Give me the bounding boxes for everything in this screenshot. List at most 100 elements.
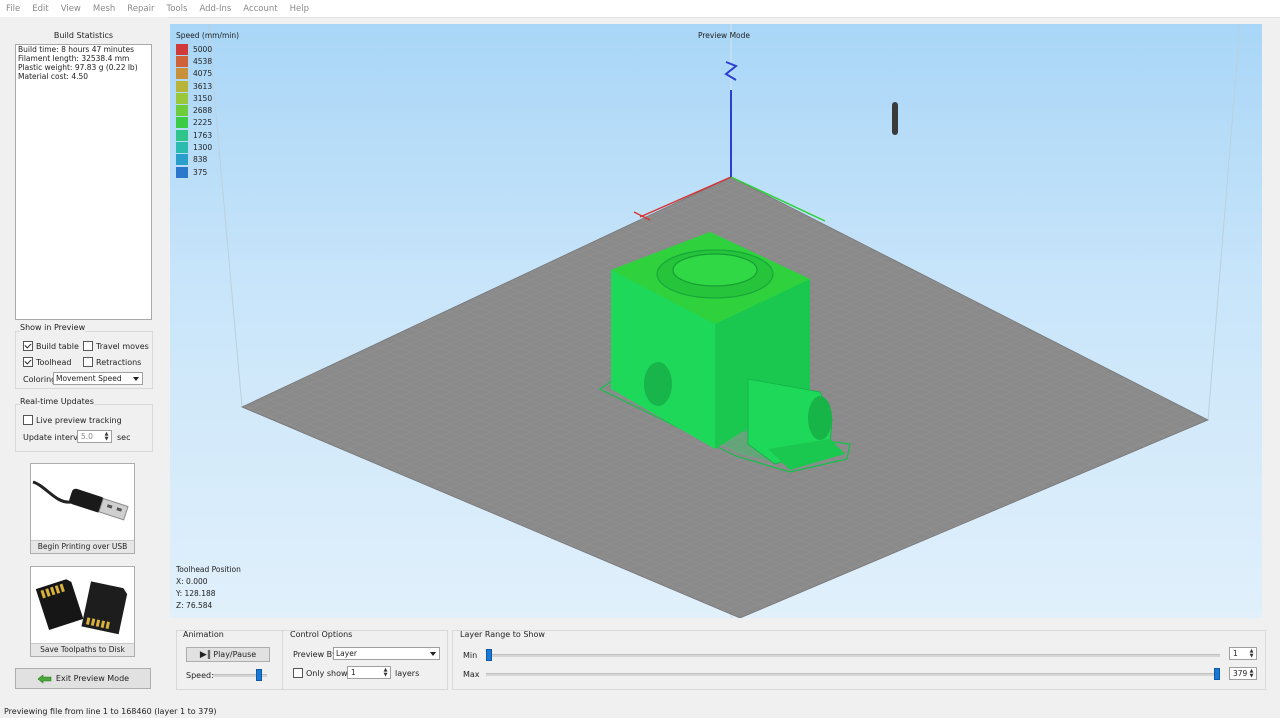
menu-item-help[interactable]: Help (284, 4, 315, 14)
legend-value: 838 (193, 155, 208, 165)
preview-mode-label: Preview Mode (698, 31, 751, 40)
play-pause-label: Play/Pause (213, 650, 257, 659)
menu-item-addins[interactable]: Add-Ins (193, 4, 237, 14)
legend-entry: 2688 (176, 104, 213, 117)
coloring-label: Coloring (23, 375, 57, 384)
coloring-select[interactable]: Movement Speed (53, 372, 143, 385)
preview-by-value: Layer (336, 649, 357, 658)
travel-moves-check-box[interactable] (83, 341, 93, 351)
toolhead-position-y: Y: 128.188 (176, 589, 216, 598)
menu-item-account[interactable]: Account (237, 4, 283, 14)
legend-swatch (176, 43, 188, 55)
retractions-checkbox[interactable]: Retractions (83, 357, 141, 367)
legend-value: 3150 (193, 93, 213, 103)
legend-value: 2688 (193, 106, 213, 116)
max-slider-thumb[interactable] (1214, 668, 1220, 680)
min-slider-track (486, 654, 1220, 657)
speed-slider-thumb[interactable] (256, 669, 263, 681)
play-pause-button[interactable]: ▶‖ Play/Pause (186, 647, 270, 662)
live-preview-check-box[interactable] (23, 415, 33, 425)
legend-entry: 4075 (176, 68, 212, 80)
spin-arrows-icon[interactable]: ▲ ▼ (103, 432, 110, 442)
legend-swatch (176, 154, 188, 166)
speed-label: Speed: (186, 671, 214, 680)
legend-entry: 375 (176, 166, 212, 178)
legend-entry: 3150 (176, 92, 212, 104)
legend-swatch (176, 142, 188, 154)
toolhead-position-z: Z: 76.584 (176, 601, 213, 610)
update-interval-label: Update interval (23, 433, 86, 442)
preview-viewport[interactable]: Preview Mode Speed (mm/min) 5000 4538 4075… (170, 24, 1262, 618)
volume-edge (1207, 24, 1241, 421)
legend-value: 3613 (193, 81, 213, 91)
save-toolpaths-button[interactable]: Save Toolpaths to Disk (30, 566, 135, 657)
exit-preview-button[interactable]: Exit Preview Mode (15, 668, 151, 689)
begin-printing-usb-button[interactable]: Begin Printing over USB (30, 463, 135, 554)
legend-entry: 3613 (176, 80, 212, 92)
min-layer-spinbox[interactable]: 1 ▲ ▼ (1229, 647, 1257, 660)
preview-by-select[interactable]: Layer (333, 647, 440, 660)
layer-range-title: Layer Range to Show (460, 630, 545, 639)
max-layer-spinbox[interactable]: 379 ▲ ▼ (1229, 667, 1257, 680)
toolhead-check-box[interactable] (23, 357, 33, 367)
menu-item-mesh[interactable]: Mesh (87, 4, 121, 14)
legend-value: 4538 (193, 56, 213, 66)
menu-item-view[interactable]: View (55, 4, 87, 14)
update-interval-spinbox[interactable]: 5.0 ▲ ▼ (77, 430, 112, 443)
update-interval-value: 5.0 (81, 432, 93, 441)
toolhead-position-x: X: 0.000 (176, 577, 208, 586)
menu-bar: File Edit View Mesh Repair Tools Add-Ins Accoun… (0, 0, 1280, 18)
build-stat-line: Material cost: 4.50 (18, 72, 89, 81)
build-table-check-box[interactable] (23, 341, 33, 351)
retractions-check-box[interactable] (83, 357, 93, 367)
travel-moves-label: Travel moves (96, 341, 149, 351)
spin-arrows-icon[interactable]: ▲ ▼ (382, 668, 389, 678)
speed-legend-title: Speed (mm/min) (176, 31, 240, 40)
legend-swatch (176, 117, 188, 129)
only-show-checkbox[interactable]: Only show (293, 668, 348, 678)
legend-swatch (176, 68, 188, 80)
max-layer-slider[interactable] (486, 667, 1220, 681)
toolhead-nozzle (892, 102, 898, 135)
chevron-down-icon (133, 377, 139, 381)
max-slider-track (486, 673, 1220, 676)
only-show-value: 1 (351, 668, 356, 677)
legend-entry: 2225 (176, 117, 212, 129)
legend-swatch (176, 92, 188, 104)
menu-item-file[interactable]: File (0, 4, 26, 14)
spin-arrows-icon[interactable]: ▲ ▼ (1248, 649, 1255, 659)
chevron-down-icon (430, 652, 436, 656)
control-options-group (282, 630, 448, 690)
build-table-checkbox[interactable]: Build table (23, 341, 79, 351)
spin-arrows-icon[interactable]: ▲ ▼ (1248, 669, 1255, 679)
live-preview-label: Live preview tracking (36, 415, 122, 425)
realtime-updates-title: Real-time Updates (20, 397, 94, 406)
control-options-title: Control Options (290, 630, 353, 639)
only-show-spinbox[interactable]: 1 ▲ ▼ (347, 666, 391, 679)
volume-edge (207, 24, 243, 408)
travel-moves-checkbox[interactable]: Travel moves (83, 341, 149, 351)
live-preview-checkbox[interactable]: Live preview tracking (23, 415, 122, 425)
toolhead-checkbox[interactable]: Toolhead (23, 357, 72, 367)
only-show-check-box[interactable] (293, 668, 303, 678)
menu-item-repair[interactable]: Repair (121, 4, 160, 14)
build-statistics-box: Build time: 8 hours 47 minutes Filament l… (15, 44, 152, 320)
legend-entry: 838 (176, 154, 212, 166)
legend-value: 2225 (193, 118, 213, 128)
menu-item-edit[interactable]: Edit (26, 4, 54, 14)
legend-value: 1763 (193, 130, 213, 140)
legend-value: 375 (193, 167, 208, 177)
sd-button-label: Save Toolpaths to Disk (31, 643, 134, 656)
min-slider-thumb[interactable] (486, 649, 492, 661)
exit-preview-label: Exit Preview Mode (55, 674, 130, 683)
menu-item-tools[interactable]: Tools (160, 4, 193, 14)
legend-swatch (176, 166, 188, 178)
coloring-value: Movement Speed (56, 374, 122, 383)
toolhead-position-title: Toolhead Position (176, 565, 241, 574)
back-arrow-icon (37, 673, 52, 684)
legend-swatch (176, 55, 188, 67)
min-layer-slider[interactable] (486, 648, 1220, 662)
legend-value: 4075 (193, 69, 213, 79)
speed-slider[interactable] (213, 668, 267, 682)
min-layer-value: 1 (1233, 649, 1238, 658)
